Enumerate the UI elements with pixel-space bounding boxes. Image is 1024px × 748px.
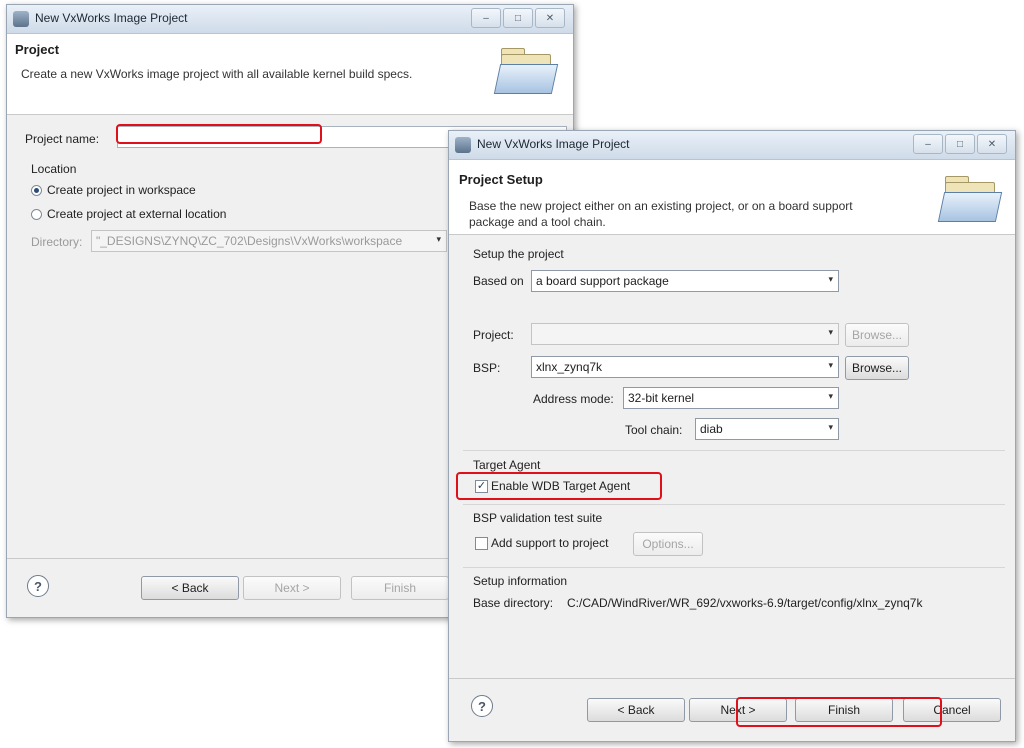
page-title: Project Setup [459,172,543,187]
folder-icon [937,176,1003,224]
tool-chain-label: Tool chain: [625,423,683,437]
help-icon[interactable]: ? [471,695,493,717]
radio-external-label: Create project at external location [47,207,227,221]
front-dialog: New VxWorks Image Project – □ ✕ Project … [448,130,1016,742]
add-support-checkbox[interactable] [475,537,488,550]
chevron-down-icon: ▾ [828,422,833,432]
tool-chain-combo[interactable]: diab ▾ [695,418,839,440]
back-button[interactable]: < Back [587,698,685,722]
front-header: Project Setup Base the new project eithe… [449,160,1015,235]
radio-external[interactable] [31,209,42,220]
based-on-label: Based on [473,274,524,288]
chevron-down-icon: ▾ [828,391,833,401]
back-titlebar[interactable]: New VxWorks Image Project – □ ✕ [7,5,573,34]
window-title: New VxWorks Image Project [477,137,630,151]
bsp-combo[interactable]: xlnx_zynq7k ▾ [531,356,839,378]
bsp-value: xlnx_zynq7k [536,360,603,374]
project-name-label: Project name: [25,132,100,146]
target-agent-group-label: Target Agent [473,458,541,472]
options-button[interactable]: Options... [633,532,703,556]
project-combo[interactable]: ▾ [531,323,839,345]
page-description-line2: package and a tool chain. [469,215,606,229]
window-title: New VxWorks Image Project [35,11,188,25]
enable-wdb-highlight [456,472,662,500]
bsp-validation-group-label: BSP validation test suite [473,511,603,525]
address-mode-label: Address mode: [533,392,614,406]
page-description-line1: Base the new project either on an existi… [469,199,853,213]
front-titlebar[interactable]: New VxWorks Image Project – □ ✕ [449,131,1015,160]
bsp-browse-button[interactable]: Browse... [845,356,909,380]
project-name-highlight [116,124,322,144]
radio-workspace-label: Create project in workspace [47,183,196,197]
page-title: Project [15,42,60,57]
base-dir-value: C:/CAD/WindRiver/WR_692/vxworks-6.9/targ… [567,596,923,610]
app-icon [13,11,29,27]
chevron-down-icon: ▾ [828,360,833,370]
maximize-icon[interactable]: □ [503,8,533,28]
back-header: Project Create a new VxWorks image proje… [7,34,573,115]
maximize-icon[interactable]: □ [945,134,975,154]
base-dir-label: Base directory: [473,596,554,610]
separator [463,504,1005,505]
next-button[interactable]: Next > [243,576,341,600]
address-mode-value: 32-bit kernel [628,391,695,405]
directory-value: "_DESIGNS\ZYNQ\ZC_702\Designs\VxWorks\wo… [96,234,403,248]
separator [463,567,1005,568]
address-mode-combo[interactable]: 32-bit kernel ▾ [623,387,839,409]
directory-label: Directory: [31,235,83,249]
directory-combo[interactable]: "_DESIGNS\ZYNQ\ZC_702\Designs\VxWorks\wo… [91,230,447,252]
project-label: Project: [473,328,514,342]
chevron-down-icon: ▾ [436,234,441,244]
page-description: Create a new VxWorks image project with … [21,67,413,81]
setup-group-label: Setup the project [473,247,564,261]
help-icon[interactable]: ? [27,575,49,597]
minimize-icon[interactable]: – [471,8,501,28]
finish-highlight [736,697,942,727]
folder-icon [493,48,559,96]
project-browse-button[interactable]: Browse... [845,323,909,347]
radio-workspace[interactable] [31,185,42,196]
close-icon[interactable]: ✕ [977,134,1007,154]
minimize-icon[interactable]: – [913,134,943,154]
based-on-value: a board support package [536,274,669,288]
tool-chain-value: diab [700,422,723,436]
finish-button[interactable]: Finish [351,576,449,600]
chevron-down-icon: ▾ [828,327,833,337]
back-button[interactable]: < Back [141,576,239,600]
close-icon[interactable]: ✕ [535,8,565,28]
setup-info-group-label: Setup information [473,574,568,588]
bsp-label: BSP: [473,361,501,375]
separator [463,450,1005,451]
app-icon [455,137,471,153]
chevron-down-icon: ▾ [828,274,833,284]
location-label: Location [31,162,77,176]
add-support-label: Add support to project [491,536,609,550]
based-on-combo[interactable]: a board support package ▾ [531,270,839,292]
